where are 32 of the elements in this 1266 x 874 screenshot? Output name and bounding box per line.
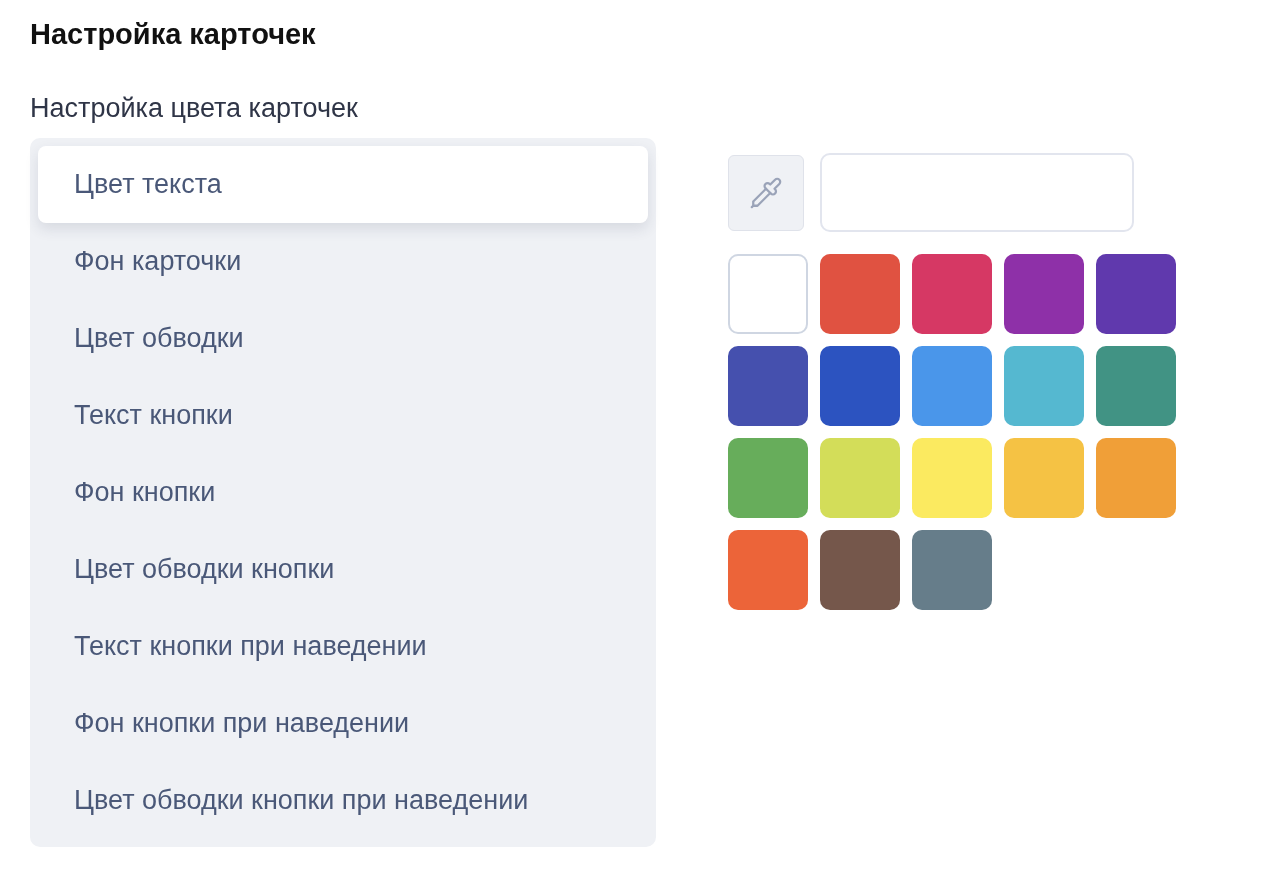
- color-swatch[interactable]: [1004, 438, 1084, 518]
- option-item[interactable]: Цвет обводки кнопки при наведении: [38, 762, 648, 839]
- color-swatch[interactable]: [728, 346, 808, 426]
- color-swatch[interactable]: [1096, 254, 1176, 334]
- option-item[interactable]: Цвет обводки: [38, 300, 648, 377]
- page-title: Настройка карточек: [30, 18, 317, 51]
- eyedropper-button[interactable]: [728, 154, 804, 231]
- option-item[interactable]: Цвет текста: [38, 146, 648, 223]
- color-swatch[interactable]: [820, 254, 900, 334]
- section-label: Настройка цвета карточек: [30, 93, 359, 124]
- option-item[interactable]: Текст кнопки при наведении: [38, 608, 648, 685]
- color-swatch[interactable]: [728, 530, 808, 610]
- color-swatch[interactable]: [912, 254, 992, 334]
- option-item[interactable]: Фон карточки: [38, 223, 648, 300]
- option-item[interactable]: Текст кнопки: [38, 377, 648, 454]
- color-swatch[interactable]: [820, 530, 900, 610]
- color-swatch[interactable]: [912, 346, 992, 426]
- color-input-field[interactable]: [820, 153, 1134, 232]
- eyedropper-icon: [749, 175, 783, 210]
- color-swatch[interactable]: [728, 254, 808, 334]
- color-swatch[interactable]: [912, 438, 992, 518]
- option-item[interactable]: Фон кнопки при наведении: [38, 685, 648, 762]
- color-swatch[interactable]: [1004, 346, 1084, 426]
- color-swatch[interactable]: [820, 438, 900, 518]
- color-swatch[interactable]: [820, 346, 900, 426]
- color-swatch[interactable]: [1096, 346, 1176, 426]
- color-swatch[interactable]: [1096, 438, 1176, 518]
- color-swatch[interactable]: [1004, 254, 1084, 334]
- color-swatch[interactable]: [912, 530, 992, 610]
- color-swatch[interactable]: [728, 438, 808, 518]
- option-item[interactable]: Фон кнопки: [38, 454, 648, 531]
- option-item[interactable]: Цвет обводки кнопки: [38, 531, 648, 608]
